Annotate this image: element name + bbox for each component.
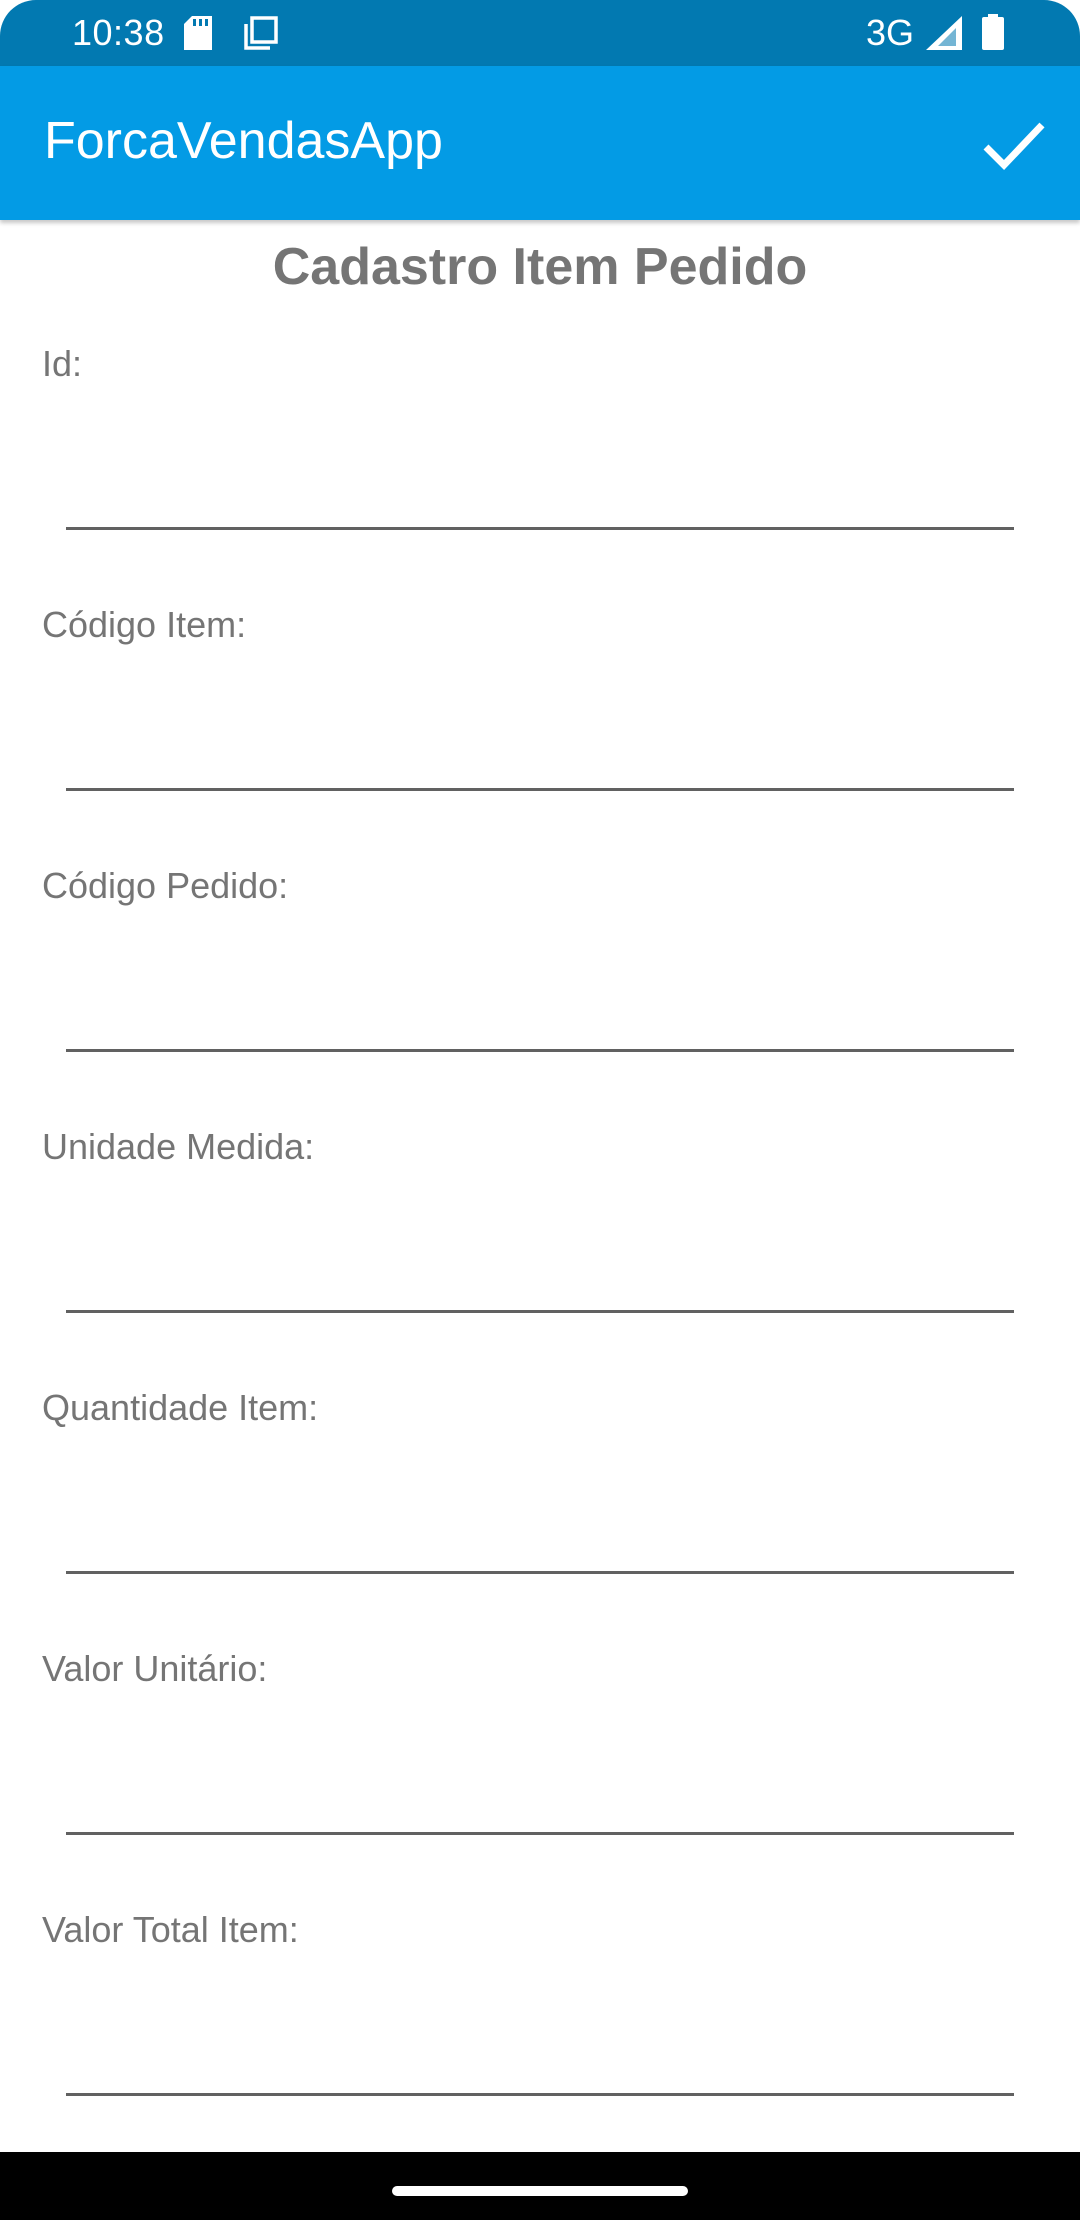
quantidade-item-label: Quantidade Item: xyxy=(42,1387,319,1428)
home-gesture-handle[interactable] xyxy=(392,2186,688,2196)
status-time: 10:38 xyxy=(72,12,165,53)
app-title: ForcaVendasApp xyxy=(44,112,443,170)
status-bar: 10:38 3G xyxy=(0,0,1080,66)
sd-card-icon xyxy=(184,16,212,50)
copy-icon xyxy=(242,16,278,52)
network-type: 3G xyxy=(866,12,915,53)
valor-total-item-input[interactable] xyxy=(66,2016,1014,2096)
unidade-medida-input[interactable] xyxy=(66,1233,1014,1313)
signal-icon xyxy=(926,16,962,50)
form-title: Cadastro Item Pedido xyxy=(272,238,808,296)
app-bar: ForcaVendasApp xyxy=(0,66,1080,220)
valor-total-item-label: Valor Total Item: xyxy=(42,1909,299,1950)
codigo-pedido-input[interactable] xyxy=(66,972,1014,1052)
check-icon xyxy=(982,122,1046,174)
codigo-item-input[interactable] xyxy=(66,711,1014,791)
quantidade-item-input[interactable] xyxy=(66,1494,1014,1574)
confirm-button[interactable] xyxy=(968,106,1060,186)
codigo-item-label: Código Item: xyxy=(42,604,247,645)
codigo-pedido-label: Código Pedido: xyxy=(42,865,289,906)
navigation-bar xyxy=(0,2152,1080,2220)
valor-unitario-input[interactable] xyxy=(66,1755,1014,1835)
id-input[interactable] xyxy=(66,450,1014,530)
id-label: Id: xyxy=(42,343,83,384)
unidade-medida-label: Unidade Medida: xyxy=(42,1126,315,1167)
valor-unitario-label: Valor Unitário: xyxy=(42,1648,268,1689)
battery-icon xyxy=(982,14,1004,50)
